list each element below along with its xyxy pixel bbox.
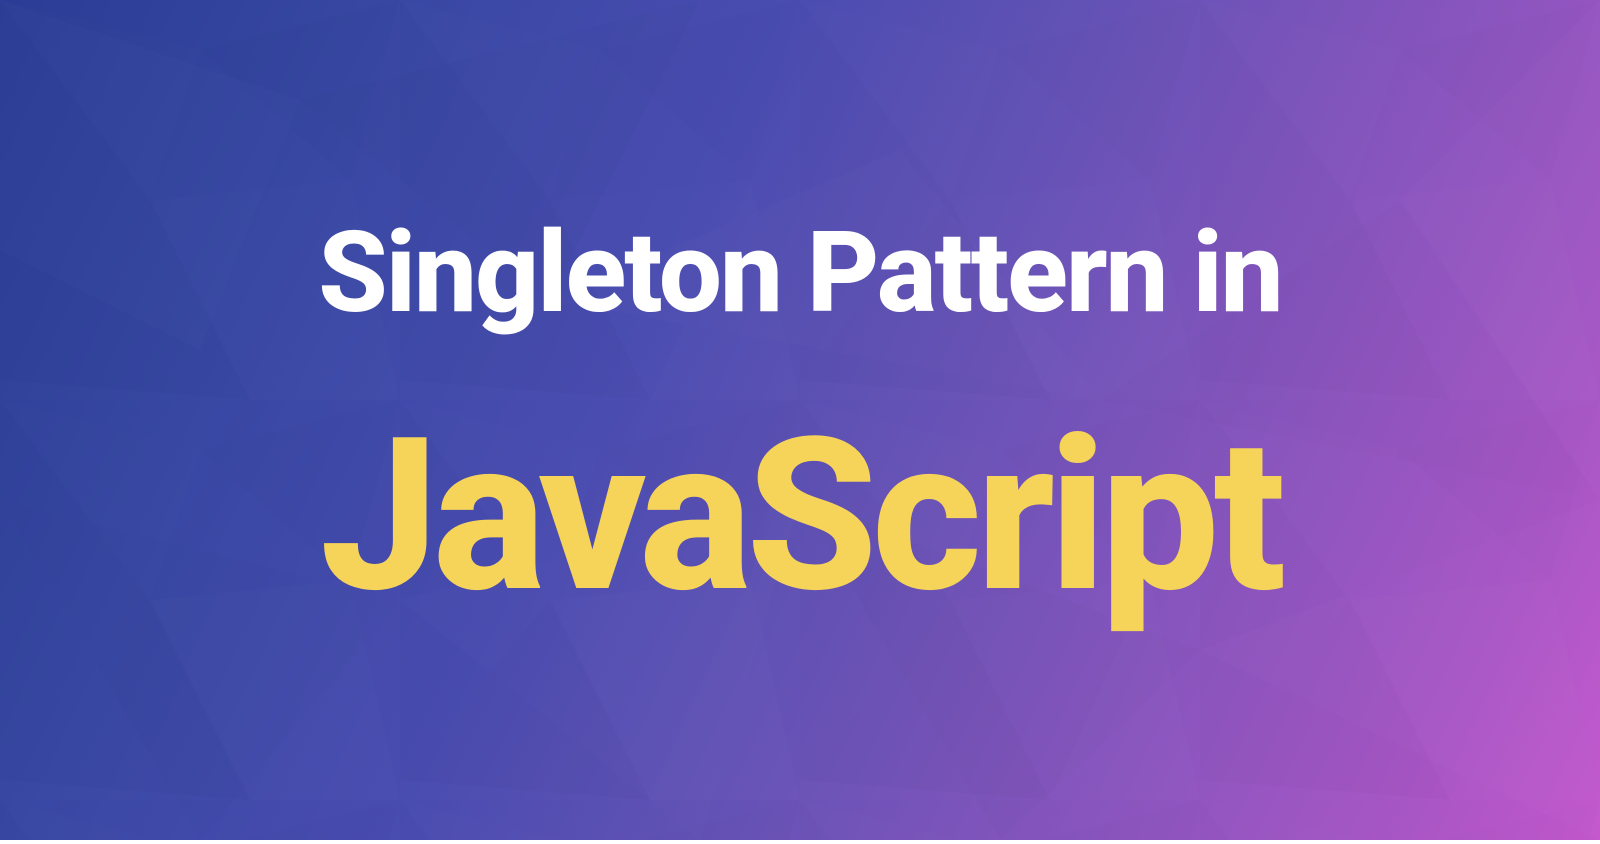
hero-title-line-one: Singleton Pattern in [318, 218, 1281, 330]
hero-title-line-two: JavaScript [320, 410, 1280, 622]
hero-text-group: Singleton Pattern in JavaScript [318, 218, 1281, 622]
hero-banner: Singleton Pattern in JavaScript [0, 0, 1600, 840]
